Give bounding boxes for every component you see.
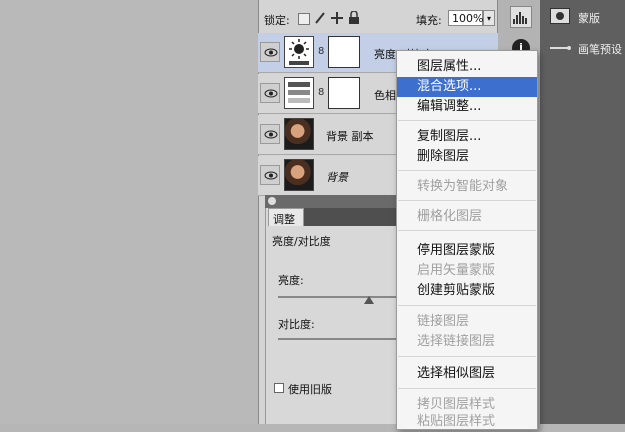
- lock-image-pixels-icon[interactable]: [314, 11, 326, 28]
- brush-presets-icon[interactable]: [548, 40, 572, 59]
- right-panel-dark: [540, 0, 625, 424]
- lock-row: 锁定: 填充: 100% ▾: [258, 8, 498, 30]
- panel-close-icon[interactable]: [268, 197, 276, 205]
- layer-context-menu: 图层属性... 混合选项... 编辑调整... 复制图层... 删除图层 转换为…: [396, 50, 538, 430]
- brightness-slider-track[interactable]: [278, 296, 396, 298]
- document-canvas-area: [0, 0, 258, 424]
- menu-separator: [398, 120, 536, 121]
- tab-adjustments[interactable]: 调整: [268, 208, 304, 226]
- menu-separator: [398, 356, 536, 357]
- layer-thumbnail-photo: [284, 118, 314, 150]
- layer-mask-thumbnail[interactable]: [328, 77, 360, 109]
- menu-item-select-similar-layers[interactable]: 选择相似图层: [397, 364, 537, 384]
- fill-dropdown-arrow[interactable]: ▾: [483, 10, 495, 26]
- lock-position-icon[interactable]: [330, 11, 344, 28]
- brush-presets-label[interactable]: 画笔预设: [578, 41, 622, 57]
- menu-item-link-layers[interactable]: 链接图层: [397, 312, 537, 332]
- menu-item-edit-adjustment[interactable]: 编辑调整...: [397, 97, 537, 117]
- menu-separator: [398, 200, 536, 201]
- menu-item-enable-vector-mask[interactable]: 启用矢量蒙版: [397, 261, 537, 281]
- adjustment-title: 亮度/对比度: [272, 235, 331, 248]
- menu-item-disable-layer-mask[interactable]: 停用图层蒙版: [397, 241, 537, 261]
- menu-separator: [398, 305, 536, 306]
- lock-label: 锁定:: [264, 14, 290, 27]
- mask-link-icon[interactable]: 8: [318, 87, 324, 98]
- visibility-eye-icon[interactable]: [260, 42, 280, 62]
- visibility-eye-icon[interactable]: [260, 165, 280, 185]
- histogram-icon[interactable]: [510, 6, 532, 28]
- legacy-checkbox-label: 使用旧版: [288, 383, 332, 396]
- legacy-checkbox[interactable]: [274, 383, 284, 393]
- lock-transparent-pixels-icon[interactable]: [298, 13, 310, 25]
- menu-separator: [398, 388, 536, 389]
- brightness-slider-knob[interactable]: [364, 296, 374, 304]
- mask-link-icon[interactable]: 8: [318, 46, 324, 57]
- fill-input[interactable]: 100%: [448, 10, 483, 26]
- menu-item-select-linked-layers[interactable]: 选择链接图层: [397, 332, 537, 352]
- menu-item-paste-layer-style[interactable]: 粘贴图层样式: [397, 412, 537, 432]
- hue-saturation-adjustment-icon: [284, 77, 314, 109]
- brightness-label: 亮度:: [278, 274, 304, 287]
- menu-item-create-clipping-mask[interactable]: 创建剪贴蒙版: [397, 281, 537, 301]
- contrast-slider-track[interactable]: [278, 338, 396, 340]
- menu-item-duplicate-layer[interactable]: 复制图层...: [397, 127, 537, 147]
- visibility-eye-icon[interactable]: [260, 83, 280, 103]
- layer-mask-thumbnail[interactable]: [328, 36, 360, 68]
- menu-item-convert-to-smart-object[interactable]: 转换为智能对象: [397, 177, 537, 197]
- menu-item-rasterize-layer[interactable]: 栅格化图层: [397, 207, 537, 227]
- menu-item-layer-properties[interactable]: 图层属性...: [397, 57, 537, 77]
- layer-name: 背景 副本: [326, 130, 374, 143]
- fill-label: 填充:: [416, 14, 442, 27]
- menu-separator: [398, 230, 536, 231]
- visibility-eye-icon[interactable]: [260, 124, 280, 144]
- menu-separator: [398, 170, 536, 171]
- contrast-label: 对比度:: [278, 318, 315, 331]
- mask-panel-label[interactable]: 蒙版: [578, 10, 600, 26]
- mask-panel-icon[interactable]: [550, 8, 570, 24]
- layer-name: 背景: [326, 171, 348, 184]
- menu-item-blending-options[interactable]: 混合选项...: [397, 77, 537, 97]
- menu-item-delete-layer[interactable]: 删除图层: [397, 147, 537, 167]
- layer-thumbnail-photo: [284, 159, 314, 191]
- lock-all-icon[interactable]: [348, 10, 360, 28]
- brightness-contrast-adjustment-icon: [284, 36, 314, 68]
